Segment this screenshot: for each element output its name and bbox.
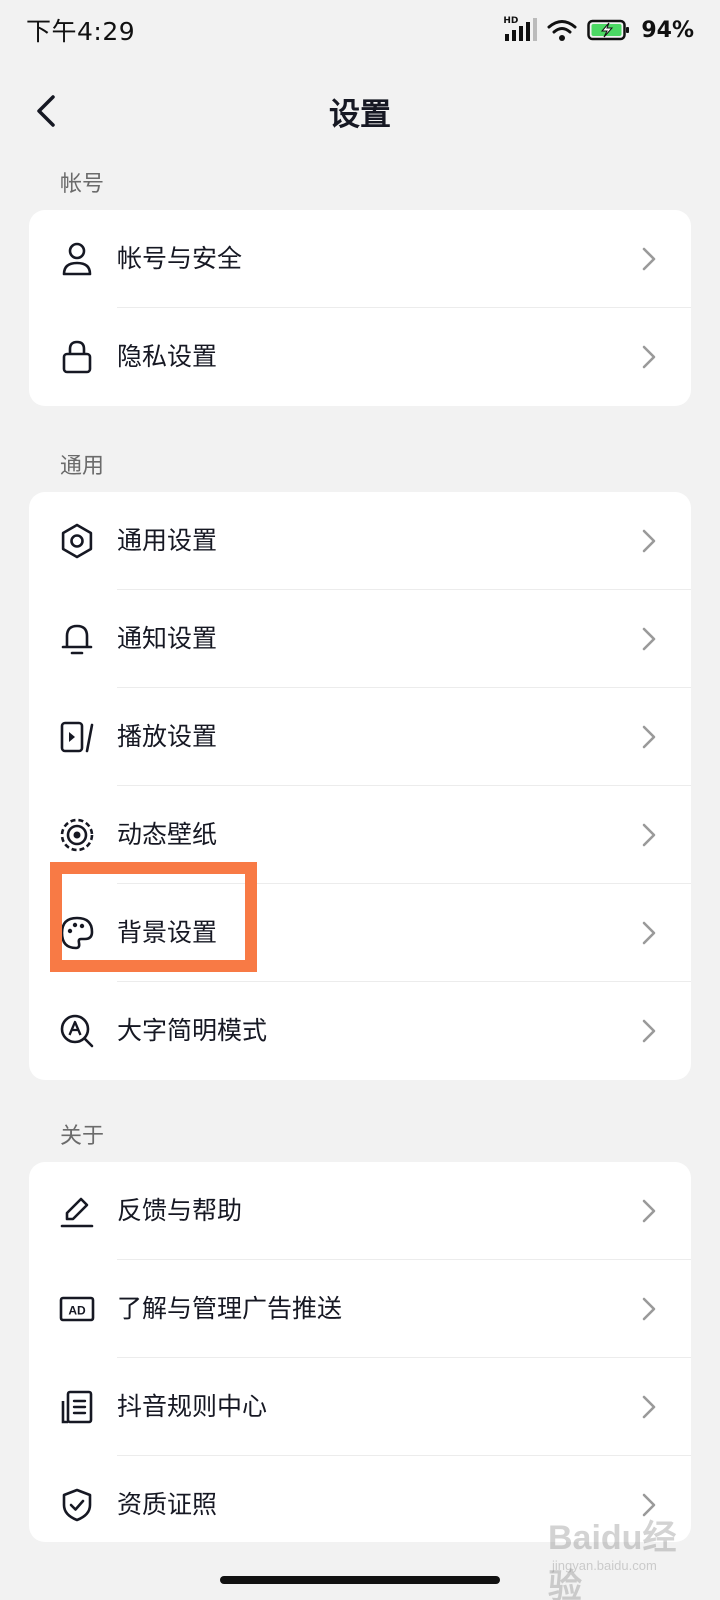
chevron-right-icon (642, 725, 656, 749)
settings-row-general[interactable]: 通用设置 (29, 492, 691, 590)
large-font-icon (59, 1013, 95, 1049)
signal-icon: HD (503, 16, 538, 42)
status-icons: HD 94% (503, 16, 694, 43)
chevron-right-icon (642, 345, 656, 369)
row-label: 隐私设置 (117, 342, 218, 371)
bell-icon (59, 621, 95, 657)
chevron-right-icon (642, 823, 656, 847)
lock-icon (59, 339, 95, 375)
battery-icon (587, 19, 630, 41)
account-card: 帐号与安全 隐私设置 (29, 210, 691, 406)
row-label: 抖音规则中心 (117, 1392, 268, 1421)
battery-level: 94% (641, 17, 694, 43)
chevron-right-icon (642, 1199, 656, 1223)
chevron-right-icon (642, 627, 656, 651)
row-label: 大字简明模式 (117, 1016, 268, 1045)
document-icon (59, 1389, 95, 1425)
highlight-annotation-box (50, 862, 257, 972)
wifi-icon (547, 20, 577, 41)
row-label: 反馈与帮助 (117, 1196, 243, 1225)
svg-text:AD: AD (68, 1304, 86, 1318)
settings-row-playback[interactable]: 播放设置 (29, 688, 691, 786)
watermark-site: jingyan.baidu.com (552, 1558, 657, 1573)
settings-row-account-security[interactable]: 帐号与安全 (29, 210, 691, 308)
back-arrow-icon (37, 95, 55, 127)
settings-row-large-font-mode[interactable]: 大字简明模式 (29, 982, 691, 1080)
page-title: 设置 (329, 96, 391, 133)
chevron-right-icon (642, 247, 656, 271)
ad-icon: AD (59, 1291, 95, 1327)
shield-check-icon (59, 1487, 95, 1523)
chevron-right-icon (642, 1297, 656, 1321)
navigation-bar: 设置 (0, 75, 720, 147)
settings-row-rules-center[interactable]: 抖音规则中心 (29, 1358, 691, 1456)
watermark-brand: Baidu经验 (548, 1519, 677, 1600)
chevron-right-icon (642, 921, 656, 945)
row-label: 资质证照 (117, 1490, 218, 1519)
gear-icon (59, 523, 95, 559)
settings-row-notification[interactable]: 通知设置 (29, 590, 691, 688)
section-title-account: 帐号 (60, 172, 105, 197)
row-label: 通用设置 (117, 526, 218, 555)
play-icon (59, 719, 95, 755)
back-button[interactable] (22, 87, 70, 135)
wallpaper-icon (59, 817, 95, 853)
chevron-right-icon (642, 1019, 656, 1043)
home-indicator[interactable] (220, 1576, 500, 1584)
settings-row-feedback[interactable]: 反馈与帮助 (29, 1162, 691, 1260)
row-label: 帐号与安全 (117, 244, 243, 273)
general-card: 通用设置 通知设置 播放设置 动态壁纸 背景设置 大字简明模式 (29, 492, 691, 1080)
row-label: 播放设置 (117, 722, 218, 751)
status-time: 下午4:29 (26, 17, 136, 46)
status-bar: 下午4:29 HD 94% (0, 0, 720, 60)
section-title-about: 关于 (60, 1124, 105, 1149)
chevron-right-icon (642, 1395, 656, 1419)
row-label: 了解与管理广告推送 (117, 1294, 343, 1323)
chevron-right-icon (642, 529, 656, 553)
user-icon (59, 241, 95, 277)
settings-row-privacy[interactable]: 隐私设置 (29, 308, 691, 406)
baidu-watermark: Baidu经验 jingyan.baidu.com (540, 1500, 710, 1600)
row-label: 通知设置 (117, 624, 218, 653)
network-type-label: HD (503, 16, 519, 26)
settings-row-ad-management[interactable]: AD 了解与管理广告推送 (29, 1260, 691, 1358)
section-title-general: 通用 (60, 454, 105, 479)
edit-icon (59, 1193, 95, 1229)
about-card: 反馈与帮助 AD 了解与管理广告推送 抖音规则中心 资质证照 (29, 1162, 691, 1542)
